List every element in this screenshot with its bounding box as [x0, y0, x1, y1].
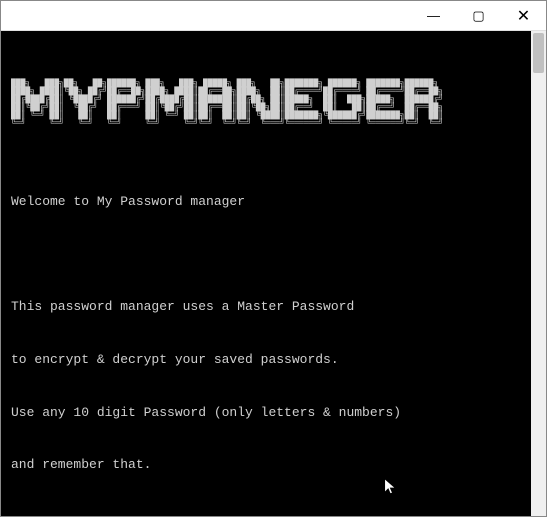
welcome-line: Welcome to My Password manager [11, 193, 521, 211]
scroll-thumb[interactable] [533, 33, 544, 73]
terminal-area: ███╗ ███╗██╗ ██╗██████╗ ███╗ ███╗ █████╗… [1, 31, 546, 516]
vertical-scrollbar[interactable] [531, 31, 546, 516]
blank-line [11, 246, 521, 264]
close-button[interactable]: ✕ [501, 1, 546, 31]
terminal-output: ███╗ ███╗██╗ ██╗██████╗ ███╗ ███╗ █████╗… [1, 31, 531, 516]
app-window: — ▢ ✕ ███╗ ███╗██╗ ██╗██████╗ ███╗ ███╗ … [0, 0, 547, 517]
minimize-button[interactable]: — [411, 1, 456, 31]
desc-line-3: Use any 10 digit Password (only letters … [11, 404, 521, 422]
ascii-logo: ███╗ ███╗██╗ ██╗██████╗ ███╗ ███╗ █████╗… [11, 80, 521, 128]
desc-line-4: and remember that. [11, 456, 521, 474]
desc-line-2: to encrypt & decrypt your saved password… [11, 351, 521, 369]
desc-line-1: This password manager uses a Master Pass… [11, 298, 521, 316]
titlebar: — ▢ ✕ [1, 1, 546, 31]
blank-line [11, 509, 521, 516]
maximize-button[interactable]: ▢ [456, 1, 501, 31]
